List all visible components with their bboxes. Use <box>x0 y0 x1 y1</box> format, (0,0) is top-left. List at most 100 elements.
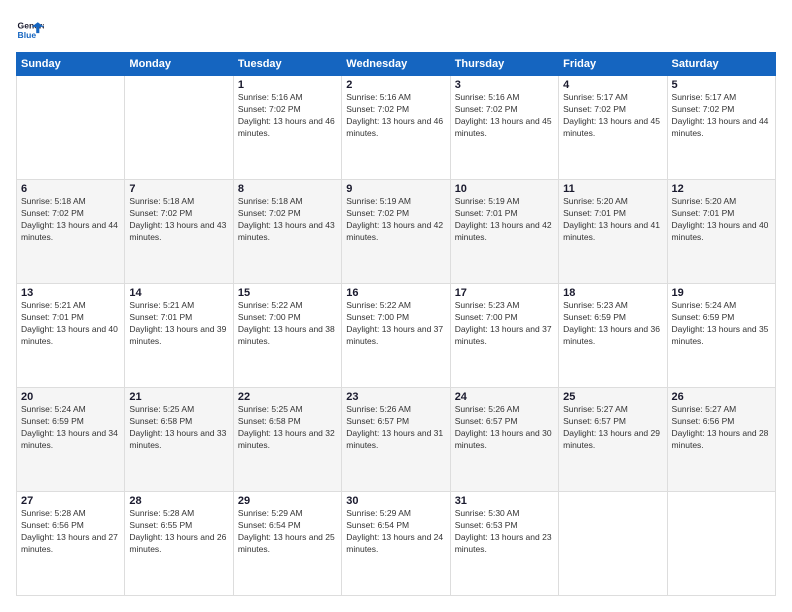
day-number: 27 <box>21 495 120 507</box>
week-row-2: 6Sunrise: 5:18 AM Sunset: 7:02 PM Daylig… <box>17 180 776 284</box>
day-info: Sunrise: 5:24 AM Sunset: 6:59 PM Dayligh… <box>672 300 771 348</box>
day-cell: 26Sunrise: 5:27 AM Sunset: 6:56 PM Dayli… <box>667 388 775 492</box>
day-cell: 8Sunrise: 5:18 AM Sunset: 7:02 PM Daylig… <box>233 180 341 284</box>
calendar-table: SundayMondayTuesdayWednesdayThursdayFrid… <box>16 52 776 596</box>
day-number: 9 <box>346 183 445 195</box>
day-info: Sunrise: 5:30 AM Sunset: 6:53 PM Dayligh… <box>455 508 554 556</box>
week-row-5: 27Sunrise: 5:28 AM Sunset: 6:56 PM Dayli… <box>17 492 776 596</box>
day-info: Sunrise: 5:27 AM Sunset: 6:56 PM Dayligh… <box>672 404 771 452</box>
day-number: 16 <box>346 287 445 299</box>
day-number: 26 <box>672 391 771 403</box>
day-cell: 15Sunrise: 5:22 AM Sunset: 7:00 PM Dayli… <box>233 284 341 388</box>
day-info: Sunrise: 5:24 AM Sunset: 6:59 PM Dayligh… <box>21 404 120 452</box>
day-cell: 19Sunrise: 5:24 AM Sunset: 6:59 PM Dayli… <box>667 284 775 388</box>
day-info: Sunrise: 5:17 AM Sunset: 7:02 PM Dayligh… <box>563 92 662 140</box>
day-number: 23 <box>346 391 445 403</box>
day-cell: 29Sunrise: 5:29 AM Sunset: 6:54 PM Dayli… <box>233 492 341 596</box>
svg-text:Blue: Blue <box>18 30 37 40</box>
day-cell: 21Sunrise: 5:25 AM Sunset: 6:58 PM Dayli… <box>125 388 233 492</box>
day-cell: 27Sunrise: 5:28 AM Sunset: 6:56 PM Dayli… <box>17 492 125 596</box>
day-cell: 13Sunrise: 5:21 AM Sunset: 7:01 PM Dayli… <box>17 284 125 388</box>
day-info: Sunrise: 5:20 AM Sunset: 7:01 PM Dayligh… <box>672 196 771 244</box>
day-info: Sunrise: 5:21 AM Sunset: 7:01 PM Dayligh… <box>129 300 228 348</box>
day-info: Sunrise: 5:18 AM Sunset: 7:02 PM Dayligh… <box>238 196 337 244</box>
day-cell: 11Sunrise: 5:20 AM Sunset: 7:01 PM Dayli… <box>559 180 667 284</box>
day-info: Sunrise: 5:21 AM Sunset: 7:01 PM Dayligh… <box>21 300 120 348</box>
page: General Blue SundayMondayTuesdayWednesda… <box>0 0 792 612</box>
day-number: 29 <box>238 495 337 507</box>
day-info: Sunrise: 5:16 AM Sunset: 7:02 PM Dayligh… <box>346 92 445 140</box>
day-cell: 25Sunrise: 5:27 AM Sunset: 6:57 PM Dayli… <box>559 388 667 492</box>
col-header-saturday: Saturday <box>667 53 775 76</box>
header-row: SundayMondayTuesdayWednesdayThursdayFrid… <box>17 53 776 76</box>
day-cell: 14Sunrise: 5:21 AM Sunset: 7:01 PM Dayli… <box>125 284 233 388</box>
day-number: 31 <box>455 495 554 507</box>
day-cell: 6Sunrise: 5:18 AM Sunset: 7:02 PM Daylig… <box>17 180 125 284</box>
col-header-tuesday: Tuesday <box>233 53 341 76</box>
day-cell <box>559 492 667 596</box>
day-number: 2 <box>346 79 445 91</box>
day-cell: 17Sunrise: 5:23 AM Sunset: 7:00 PM Dayli… <box>450 284 558 388</box>
day-cell: 5Sunrise: 5:17 AM Sunset: 7:02 PM Daylig… <box>667 76 775 180</box>
day-info: Sunrise: 5:22 AM Sunset: 7:00 PM Dayligh… <box>346 300 445 348</box>
day-number: 6 <box>21 183 120 195</box>
week-row-3: 13Sunrise: 5:21 AM Sunset: 7:01 PM Dayli… <box>17 284 776 388</box>
day-cell: 1Sunrise: 5:16 AM Sunset: 7:02 PM Daylig… <box>233 76 341 180</box>
day-info: Sunrise: 5:25 AM Sunset: 6:58 PM Dayligh… <box>238 404 337 452</box>
day-cell <box>17 76 125 180</box>
day-cell: 12Sunrise: 5:20 AM Sunset: 7:01 PM Dayli… <box>667 180 775 284</box>
day-cell: 22Sunrise: 5:25 AM Sunset: 6:58 PM Dayli… <box>233 388 341 492</box>
day-cell: 28Sunrise: 5:28 AM Sunset: 6:55 PM Dayli… <box>125 492 233 596</box>
day-cell: 30Sunrise: 5:29 AM Sunset: 6:54 PM Dayli… <box>342 492 450 596</box>
day-number: 13 <box>21 287 120 299</box>
day-cell: 3Sunrise: 5:16 AM Sunset: 7:02 PM Daylig… <box>450 76 558 180</box>
day-info: Sunrise: 5:16 AM Sunset: 7:02 PM Dayligh… <box>238 92 337 140</box>
day-number: 14 <box>129 287 228 299</box>
day-info: Sunrise: 5:29 AM Sunset: 6:54 PM Dayligh… <box>346 508 445 556</box>
day-info: Sunrise: 5:23 AM Sunset: 6:59 PM Dayligh… <box>563 300 662 348</box>
day-info: Sunrise: 5:16 AM Sunset: 7:02 PM Dayligh… <box>455 92 554 140</box>
day-cell: 31Sunrise: 5:30 AM Sunset: 6:53 PM Dayli… <box>450 492 558 596</box>
day-cell <box>125 76 233 180</box>
logo: General Blue <box>16 16 44 44</box>
day-number: 21 <box>129 391 228 403</box>
day-info: Sunrise: 5:18 AM Sunset: 7:02 PM Dayligh… <box>129 196 228 244</box>
logo-icon: General Blue <box>16 16 44 44</box>
day-cell: 23Sunrise: 5:26 AM Sunset: 6:57 PM Dayli… <box>342 388 450 492</box>
day-number: 20 <box>21 391 120 403</box>
day-cell: 2Sunrise: 5:16 AM Sunset: 7:02 PM Daylig… <box>342 76 450 180</box>
day-info: Sunrise: 5:26 AM Sunset: 6:57 PM Dayligh… <box>455 404 554 452</box>
day-info: Sunrise: 5:18 AM Sunset: 7:02 PM Dayligh… <box>21 196 120 244</box>
day-info: Sunrise: 5:20 AM Sunset: 7:01 PM Dayligh… <box>563 196 662 244</box>
day-number: 4 <box>563 79 662 91</box>
day-number: 3 <box>455 79 554 91</box>
day-number: 1 <box>238 79 337 91</box>
day-number: 11 <box>563 183 662 195</box>
day-cell: 16Sunrise: 5:22 AM Sunset: 7:00 PM Dayli… <box>342 284 450 388</box>
day-number: 18 <box>563 287 662 299</box>
col-header-thursday: Thursday <box>450 53 558 76</box>
day-info: Sunrise: 5:22 AM Sunset: 7:00 PM Dayligh… <box>238 300 337 348</box>
day-number: 25 <box>563 391 662 403</box>
day-info: Sunrise: 5:26 AM Sunset: 6:57 PM Dayligh… <box>346 404 445 452</box>
header: General Blue <box>16 16 776 44</box>
day-info: Sunrise: 5:19 AM Sunset: 7:01 PM Dayligh… <box>455 196 554 244</box>
day-info: Sunrise: 5:23 AM Sunset: 7:00 PM Dayligh… <box>455 300 554 348</box>
day-number: 24 <box>455 391 554 403</box>
day-cell: 24Sunrise: 5:26 AM Sunset: 6:57 PM Dayli… <box>450 388 558 492</box>
day-cell: 7Sunrise: 5:18 AM Sunset: 7:02 PM Daylig… <box>125 180 233 284</box>
week-row-4: 20Sunrise: 5:24 AM Sunset: 6:59 PM Dayli… <box>17 388 776 492</box>
day-number: 28 <box>129 495 228 507</box>
col-header-wednesday: Wednesday <box>342 53 450 76</box>
day-number: 19 <box>672 287 771 299</box>
day-number: 22 <box>238 391 337 403</box>
day-cell: 20Sunrise: 5:24 AM Sunset: 6:59 PM Dayli… <box>17 388 125 492</box>
day-info: Sunrise: 5:19 AM Sunset: 7:02 PM Dayligh… <box>346 196 445 244</box>
day-number: 5 <box>672 79 771 91</box>
col-header-sunday: Sunday <box>17 53 125 76</box>
day-info: Sunrise: 5:28 AM Sunset: 6:55 PM Dayligh… <box>129 508 228 556</box>
day-number: 15 <box>238 287 337 299</box>
day-cell: 10Sunrise: 5:19 AM Sunset: 7:01 PM Dayli… <box>450 180 558 284</box>
day-number: 17 <box>455 287 554 299</box>
day-number: 30 <box>346 495 445 507</box>
